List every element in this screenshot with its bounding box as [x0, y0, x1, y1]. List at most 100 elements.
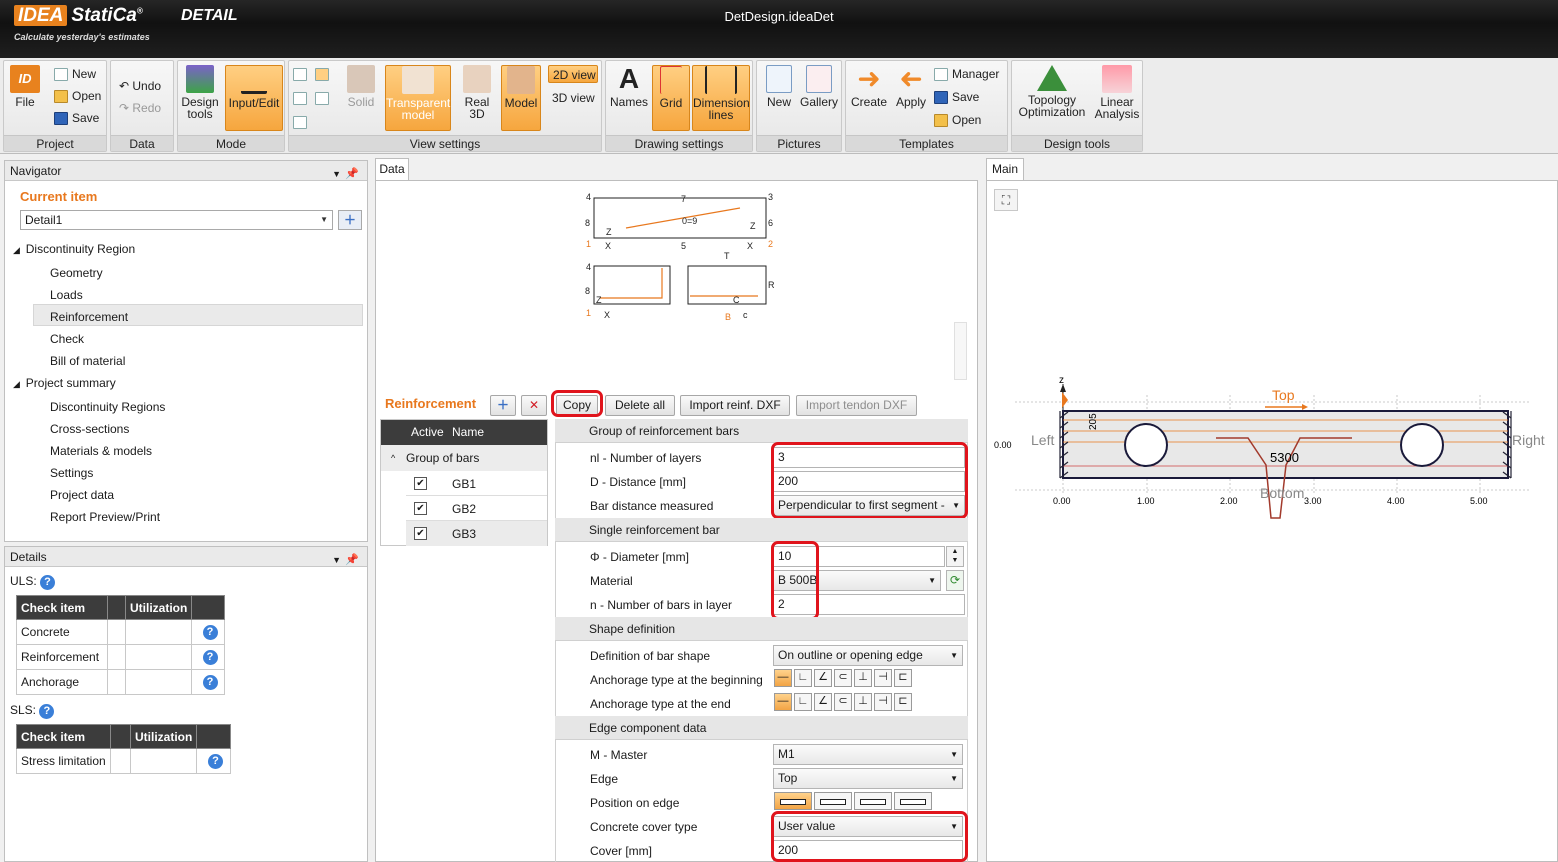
- tree-node-project-summary[interactable]: ◢ Project summary: [13, 376, 116, 390]
- help-icon[interactable]: ?: [202, 675, 218, 690]
- active-checkbox[interactable]: ✔: [414, 527, 427, 540]
- anchor-hook-90-button[interactable]: ∟: [794, 693, 812, 711]
- tree-item-report-preview[interactable]: Report Preview/Print: [50, 510, 160, 524]
- diameter-spinner[interactable]: ▲ ▼: [946, 546, 964, 567]
- help-icon[interactable]: ?: [208, 754, 223, 769]
- sketch-scrollbar[interactable]: [954, 322, 967, 380]
- fit-view-button[interactable]: ⛶: [994, 189, 1018, 211]
- position-custom-icon: [900, 799, 926, 805]
- master-select[interactable]: M1 ▼: [773, 744, 963, 765]
- anchor-plate-button[interactable]: ⊣: [874, 669, 892, 687]
- tree-node-discontinuity-region[interactable]: ◢ Discontinuity Region: [13, 242, 135, 256]
- anchor-hook-135-button[interactable]: ∠: [814, 693, 832, 711]
- list-item[interactable]: ✔ GB2: [406, 496, 547, 521]
- bar-shape-select[interactable]: On outline or opening edge ▼: [773, 645, 963, 666]
- help-icon[interactable]: ?: [40, 575, 56, 590]
- position-on-edge-label: Position on edge: [590, 796, 680, 810]
- tree-item-reinforcement[interactable]: Reinforcement: [50, 310, 128, 324]
- anchor-straight-button[interactable]: —: [774, 669, 792, 687]
- names-button[interactable]: A Names: [610, 65, 648, 115]
- axis-view-2-button[interactable]: [315, 65, 333, 83]
- pin-icon[interactable]: 📌: [345, 550, 359, 570]
- tree-item-cross-sections[interactable]: Cross-sections: [50, 422, 129, 436]
- position-custom-button[interactable]: [894, 792, 932, 810]
- axis-view-4-button[interactable]: [293, 113, 311, 131]
- group-label-project: Project: [4, 135, 106, 151]
- tree-item-loads[interactable]: Loads: [50, 288, 83, 302]
- anchor-coupler-button[interactable]: ⊏: [894, 669, 912, 687]
- axis-view-1-button[interactable]: [293, 65, 311, 83]
- anchor-hook-135-button[interactable]: ∠: [814, 669, 832, 687]
- undo-button[interactable]: ↶ Undo: [119, 77, 161, 95]
- collapse-icon[interactable]: ^: [391, 445, 395, 471]
- file-button[interactable]: ID File: [7, 65, 43, 115]
- position-start-button[interactable]: [814, 792, 852, 810]
- help-icon[interactable]: ?: [202, 625, 218, 640]
- current-item-select[interactable]: Detail1 ▼: [20, 210, 333, 230]
- dimension-lines-button[interactable]: Dimension lines: [692, 65, 750, 131]
- axis-view-3-button[interactable]: [293, 89, 311, 107]
- anchor-hook-180-button[interactable]: ⊂: [834, 669, 852, 687]
- add-item-button[interactable]: ＋: [338, 210, 362, 230]
- tree-item-settings[interactable]: Settings: [50, 466, 93, 480]
- apply-template-button[interactable]: ➜ Apply: [892, 63, 930, 115]
- dropdown-arrow-icon[interactable]: ▼: [332, 164, 341, 184]
- anchor-coupler-button[interactable]: ⊏: [894, 693, 912, 711]
- import-tendon-dxf-button[interactable]: Import tendon DXF: [796, 395, 917, 416]
- redo-button[interactable]: ↷ Redo: [119, 99, 161, 117]
- active-checkbox[interactable]: ✔: [414, 502, 427, 515]
- anchor-hook-90-button[interactable]: ∟: [794, 669, 812, 687]
- anchor-plate-button[interactable]: ⊣: [874, 693, 892, 711]
- open-project-button[interactable]: Open: [54, 87, 101, 105]
- add-bar-group-button[interactable]: ＋: [490, 395, 516, 416]
- tree-item-discontinuity-regions[interactable]: Discontinuity Regions: [50, 400, 165, 414]
- input-edit-mode-button[interactable]: Input/Edit: [225, 65, 283, 131]
- solid-button[interactable]: Solid: [341, 65, 381, 115]
- open-template-button[interactable]: Open: [934, 111, 981, 129]
- create-template-button[interactable]: ➜ Create: [850, 65, 888, 115]
- tab-main[interactable]: Main: [986, 158, 1024, 180]
- design-tools-mode-button[interactable]: Design tools: [180, 65, 220, 127]
- help-icon[interactable]: ?: [202, 650, 218, 665]
- bar-group-row[interactable]: ^ Group of bars: [381, 445, 547, 471]
- pin-icon[interactable]: 📌: [345, 164, 359, 184]
- anchor-welded-button[interactable]: ⊥: [854, 669, 872, 687]
- real-3d-button[interactable]: Real 3D: [457, 65, 497, 127]
- tree-item-geometry[interactable]: Geometry: [50, 266, 103, 280]
- anchor-welded-button[interactable]: ⊥: [854, 693, 872, 711]
- save-template-button[interactable]: Save: [934, 88, 979, 106]
- refresh-material-button[interactable]: ⟳: [946, 570, 964, 591]
- save-project-button[interactable]: Save: [54, 109, 99, 127]
- anchor-straight-button[interactable]: —: [774, 693, 792, 711]
- tab-data[interactable]: Data: [375, 158, 409, 180]
- gallery-button[interactable]: Gallery: [799, 65, 839, 115]
- position-end-button[interactable]: [854, 792, 892, 810]
- sketch-label: 3: [768, 192, 773, 202]
- dropdown-arrow-icon[interactable]: ▼: [332, 550, 341, 570]
- tree-item-materials-models[interactable]: Materials & models: [50, 444, 152, 458]
- delete-all-button[interactable]: Delete all: [605, 395, 675, 416]
- grid-button[interactable]: Grid: [652, 65, 690, 131]
- 2d-view-button[interactable]: 2D view: [548, 65, 598, 83]
- position-full-button[interactable]: [774, 792, 812, 810]
- anchor-hook-180-button[interactable]: ⊂: [834, 693, 852, 711]
- tree-item-project-data[interactable]: Project data: [50, 488, 114, 502]
- delete-bar-group-button[interactable]: ✕: [521, 395, 547, 416]
- new-picture-button[interactable]: New: [761, 65, 797, 115]
- iso-view-button[interactable]: [315, 89, 333, 107]
- topology-optimization-button[interactable]: Topology Optimization: [1014, 65, 1090, 127]
- template-manager-button[interactable]: Manager: [934, 65, 999, 83]
- tree-item-check[interactable]: Check: [50, 332, 84, 346]
- import-reinf-dxf-button[interactable]: Import reinf. DXF: [680, 395, 790, 416]
- active-checkbox[interactable]: ✔: [414, 477, 427, 490]
- 3d-view-button[interactable]: 3D view: [552, 89, 595, 107]
- list-item-selected[interactable]: ✔ GB3: [406, 521, 547, 546]
- edge-select[interactable]: Top ▼: [773, 768, 963, 789]
- linear-analysis-button[interactable]: Linear Analysis: [1094, 65, 1140, 127]
- model-button[interactable]: Model: [501, 65, 541, 131]
- help-icon[interactable]: ?: [39, 704, 55, 719]
- transparent-model-button[interactable]: Transparent model: [385, 65, 451, 131]
- new-project-button[interactable]: New: [54, 65, 96, 83]
- list-item[interactable]: ✔ GB1: [406, 471, 547, 496]
- tree-item-bill-of-material[interactable]: Bill of material: [50, 354, 125, 368]
